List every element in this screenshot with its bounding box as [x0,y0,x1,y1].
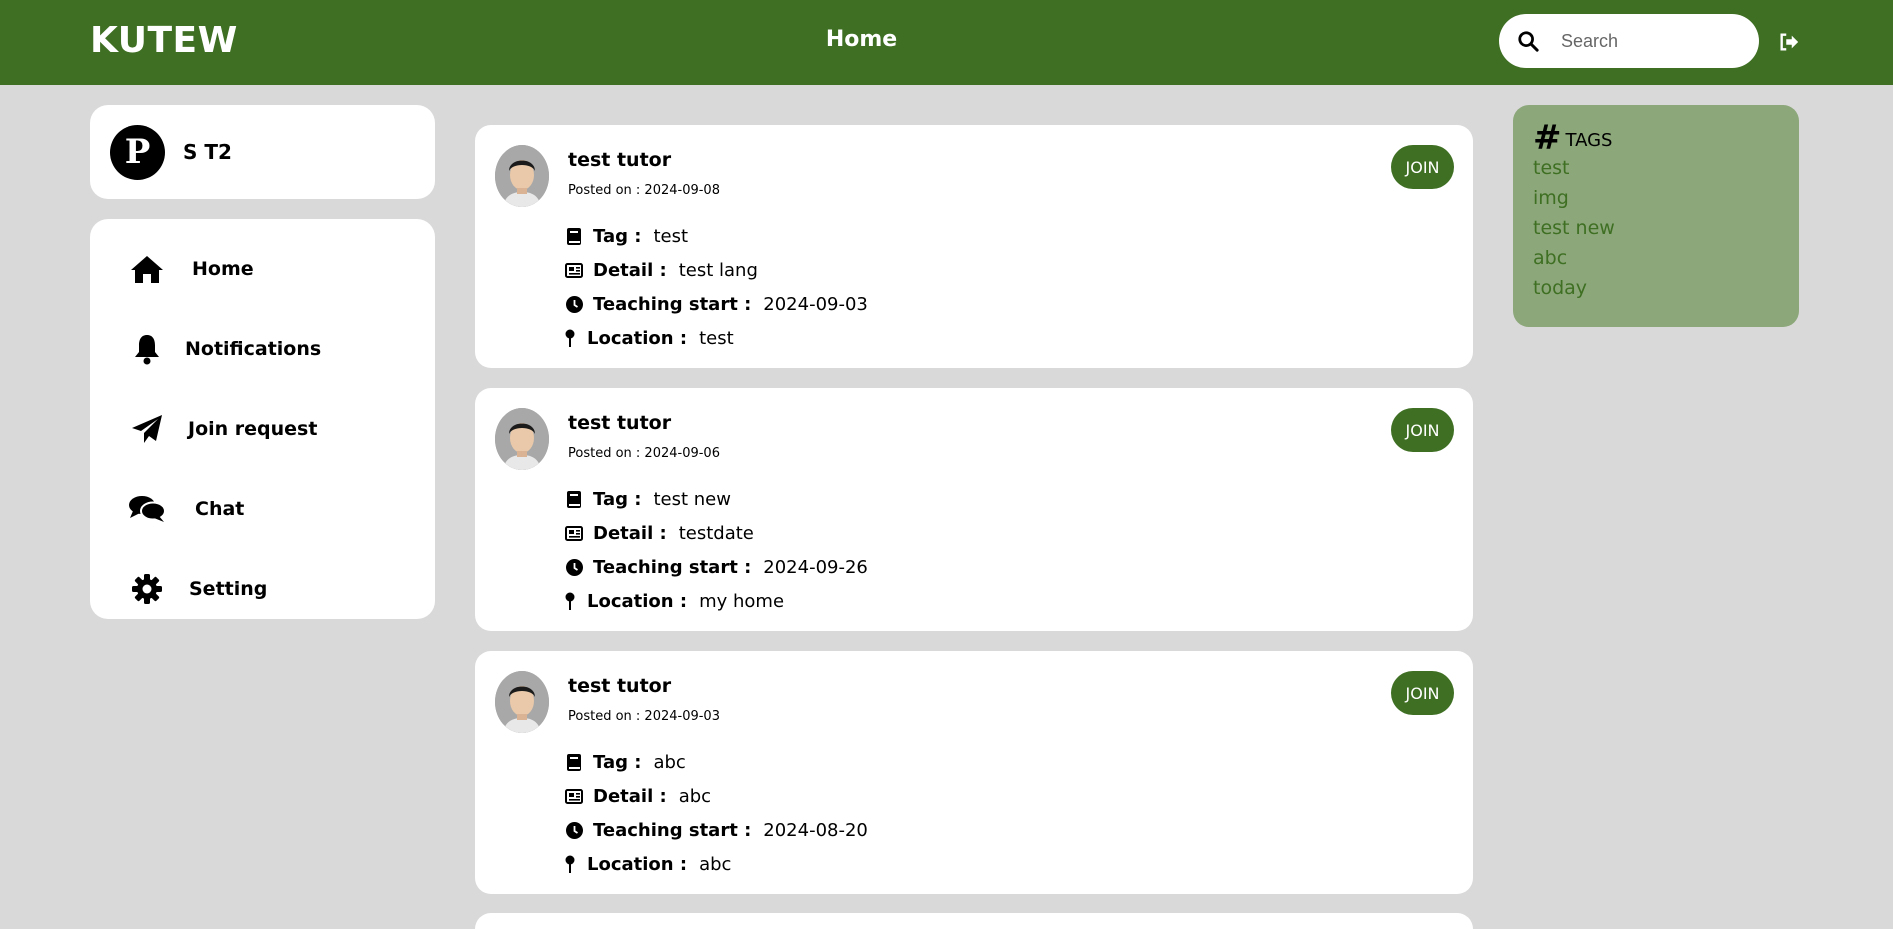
sidebar-nav: Home Notifications Join request Chat Set… [90,219,435,619]
search-icon [1518,31,1539,52]
map-pin-icon [565,329,575,347]
tags-header: # TAGS [1533,118,1779,158]
sidebar-item-label: Home [192,258,254,280]
post-card: test tutor Posted on : 2024-09-03 JOIN T… [475,651,1473,894]
join-button[interactable]: JOIN [1391,408,1454,452]
map-pin-icon [565,855,575,873]
sidebar-item-chat[interactable]: Chat [90,479,435,539]
tag-link[interactable]: img [1533,183,1779,213]
post-card-partial [475,913,1473,929]
field-label: Location : [587,327,688,349]
field-value: test [699,327,734,349]
field-value: test [653,225,689,247]
post-date: Posted on : 2024-09-03 [568,709,720,724]
post-field-tag: Tag : test [565,223,688,249]
field-value: 2024-09-26 [763,556,868,578]
tutor-avatar [495,408,549,470]
top-bar: KUTEW Home [0,0,1893,85]
newspaper-icon [565,261,583,279]
sidebar-item-notifications[interactable]: Notifications [90,319,435,379]
post-field-location: Location : my home [565,588,784,614]
post-date: Posted on : 2024-09-08 [568,183,720,198]
field-label: Teaching start : [593,819,752,841]
sidebar-item-join-request[interactable]: Join request [90,399,435,459]
gear-icon [128,570,166,608]
avatar: P [110,124,165,180]
sidebar-item-setting[interactable]: Setting [90,559,435,619]
sidebar-item-label: Chat [195,498,245,520]
field-label: Teaching start : [593,293,752,315]
field-label: Tag : [593,488,642,510]
tutor-avatar [495,671,549,733]
sidebar-item-home[interactable]: Home [90,239,435,299]
field-value: abc [653,751,686,773]
paper-plane-icon [128,410,166,448]
field-label: Teaching start : [593,556,752,578]
sidebar-item-label: Setting [189,578,268,600]
hashtag-icon: # [1533,118,1562,158]
post-author: test tutor [568,412,672,434]
field-label: Location : [587,590,688,612]
post-date: Posted on : 2024-09-06 [568,446,720,461]
tags-title: TAGS [1565,130,1613,151]
tag-link[interactable]: abc [1533,243,1779,273]
tag-link[interactable]: test [1533,153,1779,183]
book-icon [565,227,583,245]
newspaper-icon [565,787,583,805]
field-label: Detail : [593,785,667,807]
sidebar-item-label: Join request [188,418,318,440]
clock-icon [565,558,583,576]
field-value: 2024-08-20 [763,819,868,841]
post-field-detail: Detail : test lang [565,257,758,283]
field-label: Detail : [593,522,667,544]
field-label: Detail : [593,259,667,281]
chat-icon [128,490,166,528]
clock-icon [565,821,583,839]
field-label: Location : [587,853,688,875]
sidebar-item-label: Notifications [185,338,322,360]
field-value: test new [653,488,731,510]
post-field-teaching-start: Teaching start : 2024-09-26 [565,554,868,580]
book-icon [565,490,583,508]
post-author: test tutor [568,675,672,697]
search-box[interactable] [1499,14,1759,68]
post-field-tag: Tag : abc [565,749,686,775]
field-value: my home [699,590,785,612]
post-field-detail: Detail : abc [565,783,711,809]
profile-name: S T2 [183,140,232,164]
post-card: test tutor Posted on : 2024-09-08 JOIN T… [475,125,1473,368]
post-author: test tutor [568,149,672,171]
profile-card[interactable]: P S T2 [90,105,435,199]
bell-icon [128,330,166,368]
join-button[interactable]: JOIN [1391,145,1454,189]
book-icon [565,753,583,771]
tags-panel: # TAGS test img test new abc today [1513,105,1799,327]
page-title: Home [825,27,898,52]
post-field-teaching-start: Teaching start : 2024-08-20 [565,817,868,843]
tutor-avatar [495,145,549,207]
newspaper-icon [565,524,583,542]
post-field-location: Location : test [565,325,734,351]
field-value: abc [678,785,712,807]
field-label: Tag : [593,751,642,773]
home-icon [128,250,166,288]
post-field-tag: Tag : test new [565,486,731,512]
tag-link[interactable]: today [1533,273,1779,303]
map-pin-icon [565,592,575,610]
post-field-location: Location : abc [565,851,731,877]
field-value: abc [699,853,732,875]
field-value: test lang [678,259,758,281]
logout-icon[interactable] [1778,31,1800,53]
tag-link[interactable]: test new [1533,213,1779,243]
post-field-teaching-start: Teaching start : 2024-09-03 [565,291,868,317]
join-button[interactable]: JOIN [1391,671,1454,715]
field-label: Tag : [593,225,642,247]
search-input[interactable] [1561,30,1741,52]
post-field-detail: Detail : testdate [565,520,754,546]
field-value: 2024-09-03 [763,293,868,315]
clock-icon [565,295,583,313]
post-card: test tutor Posted on : 2024-09-06 JOIN T… [475,388,1473,631]
field-value: testdate [678,522,754,544]
